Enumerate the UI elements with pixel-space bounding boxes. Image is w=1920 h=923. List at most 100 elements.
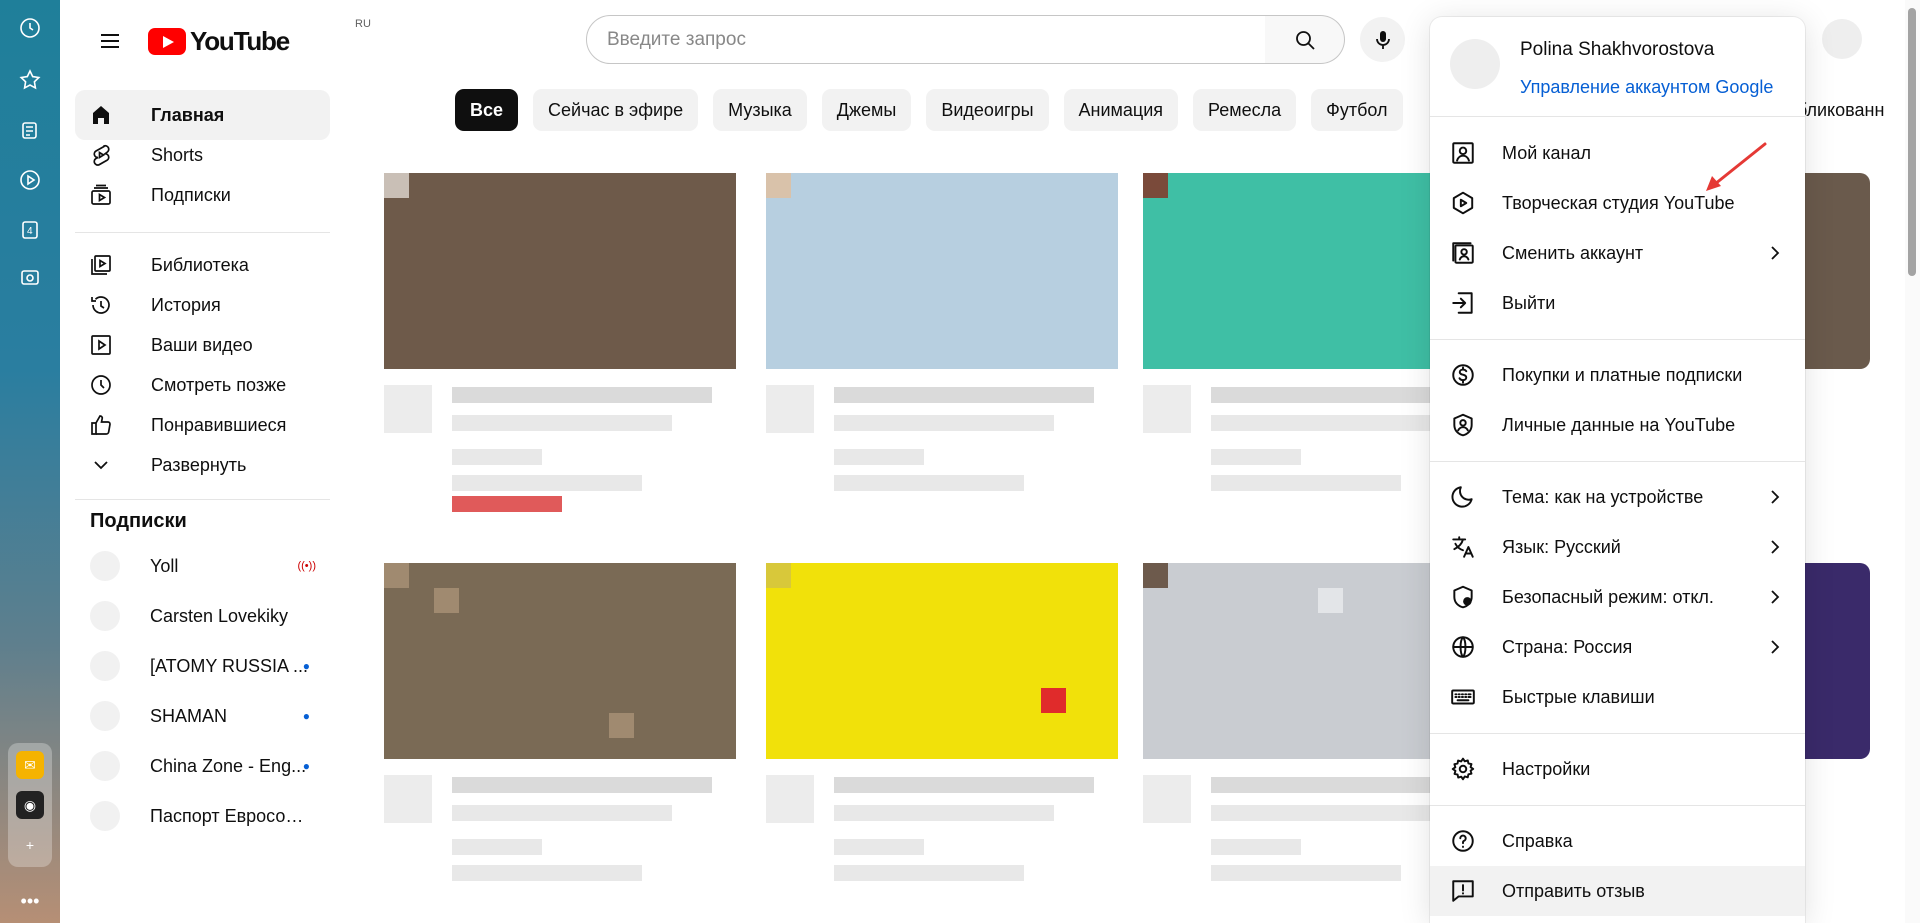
video-meta-placeholder (1211, 805, 1431, 821)
camera-app-icon[interactable]: ◉ (16, 791, 44, 819)
subscription-item[interactable]: China Zone - Eng... ● (75, 741, 330, 791)
subscriptions-heading: Подписки (90, 510, 187, 532)
region-label: RU (355, 18, 371, 30)
video-meta-placeholder (1211, 475, 1401, 491)
search-input[interactable] (587, 16, 1265, 63)
video-meta-placeholder (834, 415, 1054, 431)
channel-avatar[interactable] (766, 385, 814, 433)
channel-avatar[interactable] (1143, 385, 1191, 433)
chevron-right-icon (1771, 490, 1780, 504)
add-icon[interactable]: + (16, 831, 44, 859)
guide-item-expand[interactable]: Развернуть (75, 440, 330, 490)
chip-games[interactable]: Видеоигры (926, 89, 1049, 131)
subscription-item[interactable]: Carsten Lovekiky (75, 591, 330, 641)
subscription-item[interactable]: Паспорт Евросою... (75, 791, 330, 841)
guide-item-label: Библиотека (151, 254, 249, 275)
channel-avatar (90, 801, 120, 831)
play-circle-icon[interactable] (14, 164, 46, 196)
channel-avatar (90, 751, 120, 781)
scrollbar-thumb[interactable] (1908, 8, 1916, 276)
channel-avatar[interactable] (384, 385, 432, 433)
mail-icon[interactable]: ✉ (16, 751, 44, 779)
globe-icon (1450, 634, 1476, 660)
menu-item-location[interactable]: Страна: Россия (1430, 622, 1805, 672)
menu-item-theme[interactable]: Тема: как на устройстве (1430, 472, 1805, 522)
youtube-logo[interactable]: YouTube RU (148, 18, 371, 57)
notes-icon[interactable] (14, 114, 46, 146)
menu-item-sign-out[interactable]: Выйти (1430, 278, 1805, 328)
chevron-right-icon (1771, 246, 1780, 260)
chip-crafts[interactable]: Ремесла (1193, 89, 1297, 131)
screen: 4 ✉ ◉ + ••• YouTube RU Введите запрос Гл… (0, 0, 1920, 923)
youtube-play-icon (148, 28, 186, 55)
scrollbar[interactable] (1905, 0, 1920, 923)
menu-item-send-feedback[interactable]: Отправить отзыв (1430, 866, 1805, 916)
guide-item-subscriptions[interactable]: Подписки (75, 170, 330, 220)
video-meta-placeholder (1211, 865, 1401, 881)
menu-item-language[interactable]: Язык: Русский (1430, 522, 1805, 572)
channel-avatar[interactable] (766, 775, 814, 823)
video-thumbnail[interactable] (384, 173, 736, 369)
voice-search-button[interactable] (1360, 17, 1405, 62)
subscription-name: Carsten Lovekiky (150, 605, 289, 626)
menu-item-help[interactable]: Справка (1430, 816, 1805, 866)
chip-recently-uploaded[interactable]: бликованн (1797, 89, 1884, 131)
chip-music[interactable]: Музыка (713, 89, 807, 131)
video-thumbnail[interactable] (384, 563, 736, 759)
video-meta-placeholder (834, 839, 924, 855)
search-button[interactable] (1265, 15, 1345, 64)
avatar (1450, 39, 1500, 89)
menu-item-purchases[interactable]: Покупки и платные подписки (1430, 350, 1805, 400)
video-thumbnail[interactable] (766, 173, 1118, 369)
logo-text: YouTube (190, 26, 290, 56)
clock-icon[interactable] (14, 12, 46, 44)
video-meta-placeholder (834, 387, 1094, 403)
divider (1430, 461, 1805, 462)
chip-football[interactable]: Футбол (1311, 89, 1403, 131)
chip-all[interactable]: Все (455, 89, 519, 131)
counter-icon[interactable]: 4 (14, 214, 46, 246)
account-name: Polina Shakhvorostova (1520, 39, 1715, 60)
account-avatar-button[interactable] (1822, 19, 1862, 59)
subscription-item[interactable]: SHAMAN ● (75, 691, 330, 741)
menu-item-personal-data[interactable]: Личные данные на YouTube (1430, 400, 1805, 450)
menu-item-label: Творческая студия YouTube (1502, 192, 1735, 213)
menu-item-label: Выйти (1502, 292, 1556, 313)
video-meta-placeholder (452, 449, 542, 465)
chip-live[interactable]: Сейчас в эфире (533, 89, 699, 131)
manage-google-account-link[interactable]: Управление аккаунтом Google (1520, 77, 1773, 98)
history-icon (89, 293, 113, 317)
menu-icon[interactable] (90, 21, 130, 61)
video-thumbnail[interactable] (766, 563, 1118, 759)
switch-account-icon (1450, 240, 1476, 266)
watch-progress (452, 496, 562, 512)
video-meta-placeholder (452, 415, 672, 431)
channel-avatar[interactable] (1143, 775, 1191, 823)
screenshot-icon[interactable] (14, 262, 46, 294)
shorts-icon (89, 143, 113, 167)
menu-item-label: Сменить аккаунт (1502, 242, 1644, 263)
menu-item-label: Безопасный режим: откл. (1502, 586, 1714, 607)
menu-item-label: Быстрые клавиши (1502, 686, 1655, 707)
more-icon[interactable]: ••• (14, 885, 46, 917)
library-icon (89, 253, 113, 277)
menu-item-settings[interactable]: Настройки (1430, 744, 1805, 794)
browser-sidebar: 4 ✉ ◉ + ••• (0, 0, 60, 923)
subscription-item[interactable]: Yoll ((•)) (75, 541, 330, 591)
star-icon[interactable] (14, 64, 46, 96)
guide-item-label: Главная (151, 104, 225, 125)
menu-item-keyboard-shortcuts[interactable]: Быстрые клавиши (1430, 672, 1805, 722)
menu-item-label: Справка (1502, 830, 1573, 851)
subscription-item[interactable]: [ATOMY RUSSIA ... ● (75, 641, 330, 691)
chip-jams[interactable]: Джемы (821, 89, 912, 131)
menu-item-label: Мой канал (1502, 142, 1591, 163)
divider (1430, 116, 1805, 117)
svg-text:4: 4 (27, 226, 33, 237)
guide-item-label: Ваши видео (151, 334, 253, 355)
channel-avatar[interactable] (384, 775, 432, 823)
subscription-name: [ATOMY RUSSIA ... (150, 655, 309, 676)
chip-animation[interactable]: Анимация (1063, 89, 1179, 131)
video-meta-placeholder (452, 839, 542, 855)
menu-item-switch-account[interactable]: Сменить аккаунт (1430, 228, 1805, 278)
menu-item-restricted-mode[interactable]: Безопасный режим: откл. (1430, 572, 1805, 622)
